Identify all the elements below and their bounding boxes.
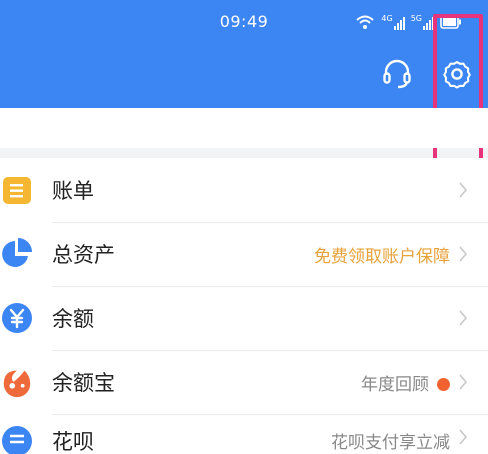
yuebao-icon bbox=[3, 370, 31, 398]
customer-service-button[interactable] bbox=[380, 56, 414, 90]
list-item-label: 余额 bbox=[52, 307, 94, 331]
bill-icon bbox=[3, 177, 31, 204]
settings-highlight-box bbox=[433, 14, 483, 178]
pie-chart-icon bbox=[2, 238, 32, 267]
net-type-label-2: 5G bbox=[410, 14, 422, 23]
notification-dot bbox=[437, 377, 450, 391]
signal-icon: 4G bbox=[381, 14, 405, 30]
list-item-extra: 免费领取账户保障 bbox=[314, 246, 450, 267]
list-item-label: 余额宝 bbox=[52, 371, 115, 395]
headset-icon bbox=[383, 59, 411, 89]
chevron-right-icon bbox=[459, 310, 468, 326]
wifi-icon bbox=[356, 15, 375, 29]
signal-icon-2: 5G bbox=[411, 14, 434, 30]
asset-list: 账单 总资产 免费领取账户保障 余额 余额宝 年度回顾 花呗 花呗支付享立减 bbox=[0, 158, 488, 454]
chevron-right-icon bbox=[459, 374, 468, 390]
net-type-label: 4G bbox=[381, 14, 393, 23]
list-item-yuebao[interactable]: 余额宝 年度回顾 bbox=[0, 350, 488, 414]
profile-card bbox=[0, 108, 488, 148]
chevron-right-icon bbox=[459, 429, 468, 445]
chevron-right-icon bbox=[459, 182, 468, 198]
list-item-bill[interactable]: 账单 bbox=[0, 158, 488, 222]
huabei-icon bbox=[2, 426, 32, 454]
list-item-balance[interactable]: 余额 bbox=[0, 286, 488, 350]
top-bar: 09:49 4G 5G bbox=[0, 0, 488, 108]
yuan-icon bbox=[2, 303, 32, 333]
list-item-label: 总资产 bbox=[52, 243, 115, 267]
list-item-extra: 花呗支付享立减 bbox=[331, 433, 450, 453]
list-item-label: 账单 bbox=[52, 179, 94, 203]
list-item-extra: 年度回顾 bbox=[361, 370, 450, 395]
list-item-huabei[interactable]: 花呗 花呗支付享立减 bbox=[0, 414, 488, 454]
chevron-right-icon bbox=[459, 246, 468, 262]
list-item-label: 花呗 bbox=[52, 430, 94, 454]
list-item-total-assets[interactable]: 总资产 免费领取账户保障 bbox=[0, 222, 488, 286]
